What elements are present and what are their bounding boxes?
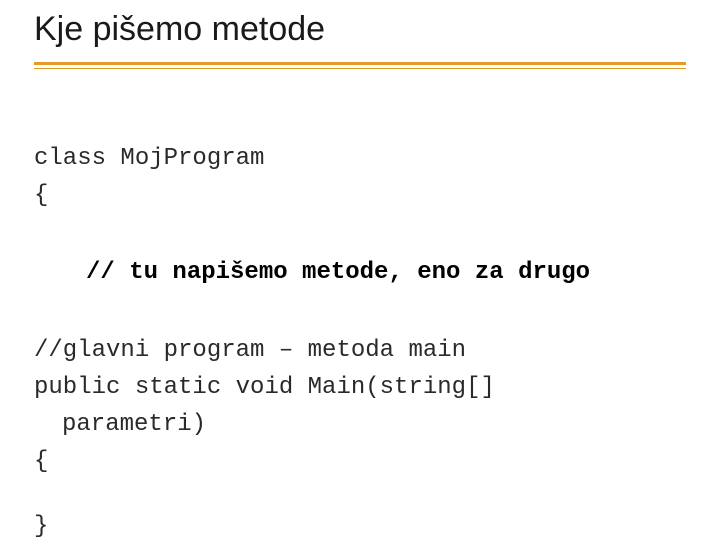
blank-gap-2 [34,292,694,332]
blank-gap-3 [34,480,694,508]
slide-title: Kje pišemo metode [34,10,325,49]
rule-thin [34,68,686,69]
code-line-5b: parametri) [34,406,694,443]
blank-gap-1 [34,214,694,254]
code-line-3: // tu napišemo metode, eno za drugo [34,254,694,291]
code-line-4: //glavni program – metoda main [34,332,694,369]
code-block: class MojProgram { // tu napišemo metode… [34,140,694,540]
code-line-1: class MojProgram [34,140,694,177]
code-line-7: } [34,508,694,540]
code-line-2: { [34,177,694,214]
code-line-6: { [34,443,694,480]
code-line-5a: public static void Main(string[] [34,369,694,406]
slide: Kje pišemo metode class MojProgram { // … [0,0,720,540]
rule-thick [34,62,686,65]
title-underline [34,62,686,69]
